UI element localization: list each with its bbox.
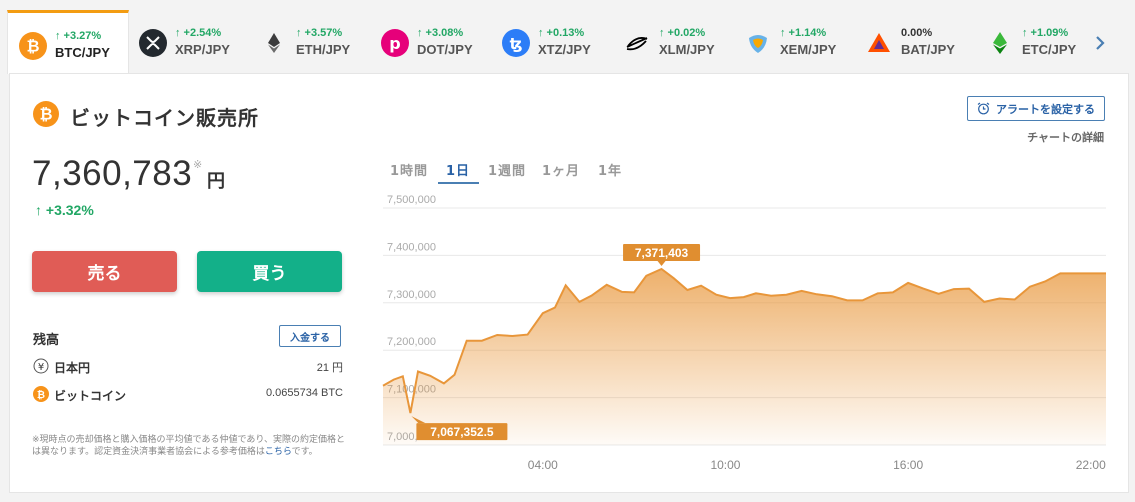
svg-text:p: p <box>389 34 400 53</box>
ticker-pair: DOT/JPY <box>417 42 473 57</box>
ticker-change: ↑ +3.27% <box>55 30 102 42</box>
ticker-pair: XLM/JPY <box>659 42 715 57</box>
ticker-pair: XRP/JPY <box>175 42 230 57</box>
y-tick-label: 7,200,000 <box>387 336 436 348</box>
ticker-pair: XTZ/JPY <box>538 42 591 57</box>
next-arrow-icon[interactable] <box>1092 32 1108 54</box>
ticker-change: ↑ +3.57% <box>296 27 343 39</box>
max-callout-label: 7,371,403 <box>635 246 689 260</box>
svg-text:₿: ₿ <box>26 37 39 56</box>
x-tick-label: 16:00 <box>893 458 923 472</box>
x-tick-label: 22:00 <box>1076 458 1106 472</box>
ticker-change: 0.00% <box>901 27 933 39</box>
x-tick-label: 10:00 <box>710 458 740 472</box>
ticker-change: ↑ +0.13% <box>538 27 585 39</box>
ticker-pair: ETH/JPY <box>296 42 351 57</box>
stellar-icon <box>623 29 651 57</box>
max-callout-pointer <box>657 260 666 266</box>
svg-text:ꜩ: ꜩ <box>510 35 523 53</box>
ticker-pair: BAT/JPY <box>901 42 955 57</box>
y-tick-label: 7,400,000 <box>387 241 436 253</box>
ethereum-classic-icon <box>986 29 1014 57</box>
ticker-change: ↑ +1.09% <box>1022 27 1069 39</box>
ticker-xrp-jpy[interactable]: ↑ +2.54% XRP/JPY <box>128 10 250 73</box>
ticker-change: ↑ +0.02% <box>659 27 706 39</box>
nem-icon <box>744 29 772 57</box>
polkadot-icon: p <box>381 29 409 57</box>
ethereum-icon <box>260 29 288 57</box>
ticker-bar: ₿ ↑ +3.27% BTC/JPY ↑ +2.54% XRP/JPY ↑ +3.57% E… <box>0 0 1135 74</box>
ticker-bat-jpy[interactable]: 0.00% BAT/JPY <box>854 10 976 73</box>
y-tick-label: 7,500,000 <box>387 194 436 206</box>
x-tick-label: 04:00 <box>528 458 558 472</box>
ticker-pair: BTC/JPY <box>55 45 110 60</box>
price-area <box>383 269 1106 445</box>
ticker-xtz-jpy[interactable]: ꜩ ↑ +0.13% XTZ/JPY <box>491 10 613 73</box>
bitcoin-icon: ₿ <box>19 32 47 60</box>
ticker-pair: ETC/JPY <box>1022 42 1077 57</box>
min-callout-label: 7,067,352.5 <box>430 425 494 439</box>
main-panel: ₿ ビットコイン販売所 7,360,783 ※ 円 ↑ +3.32% 売る 買う… <box>9 73 1129 493</box>
xrp-icon <box>139 29 167 57</box>
ticker-xem-jpy[interactable]: ↑ +1.14% XEM/JPY <box>733 10 855 73</box>
ticker-change: ↑ +1.14% <box>780 27 827 39</box>
price-chart: 7,500,0007,400,0007,300,0007,200,0007,10… <box>382 194 1106 472</box>
ticker-xlm-jpy[interactable]: ↑ +0.02% XLM/JPY <box>612 10 734 73</box>
tezos-icon: ꜩ <box>502 29 530 57</box>
ticker-etc-jpy[interactable]: ↑ +1.09% ETC/JPY <box>975 10 1097 73</box>
ticker-change: ↑ +2.54% <box>175 27 222 39</box>
ticker-pair: XEM/JPY <box>780 42 837 57</box>
bat-icon <box>865 29 893 57</box>
ticker-change: ↑ +3.08% <box>417 27 464 39</box>
ticker-dot-jpy[interactable]: p ↑ +3.08% DOT/JPY <box>370 10 492 73</box>
ticker-eth-jpy[interactable]: ↑ +3.57% ETH/JPY <box>249 10 371 73</box>
ticker-btc-jpy[interactable]: ₿ ↑ +3.27% BTC/JPY <box>7 10 129 74</box>
y-tick-label: 7,300,000 <box>387 289 436 301</box>
